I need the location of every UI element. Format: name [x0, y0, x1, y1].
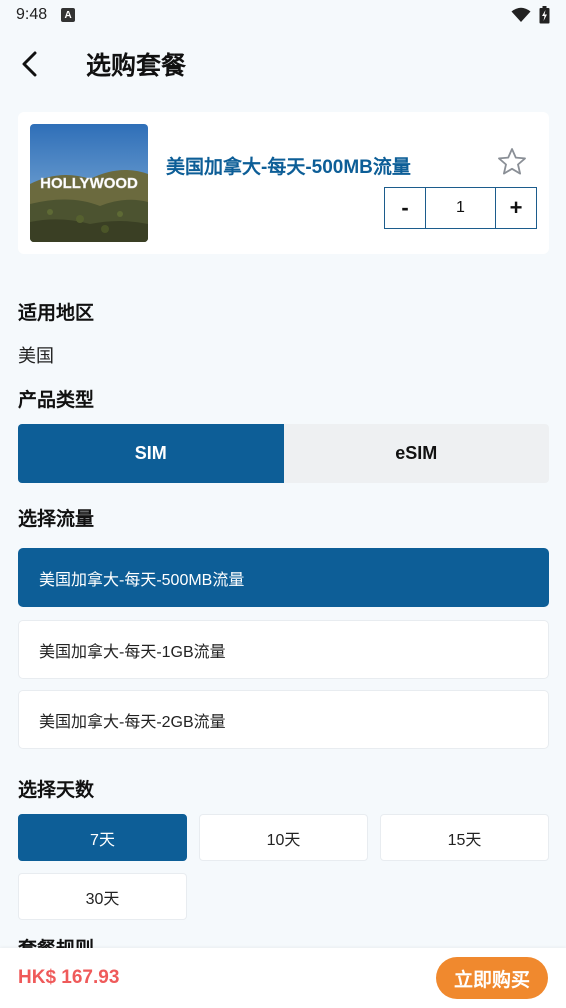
day-option-15[interactable]: 15天 [380, 814, 549, 861]
data-plan-option[interactable]: 美国加拿大-每天-1GB流量 [18, 620, 549, 679]
day-option-30[interactable]: 30天 [18, 873, 187, 920]
type-option-esim[interactable]: eSIM [283, 424, 549, 483]
page-title: 选购套餐 [86, 52, 187, 80]
type-option-sim[interactable]: SIM [18, 424, 284, 483]
product-image[interactable]: HOLLYWOOD [30, 124, 148, 242]
total-price: HK$ 167.93 [18, 967, 120, 988]
region-label: 适用地区 [18, 303, 95, 324]
chevron-left-icon [22, 51, 37, 77]
wifi-icon [511, 7, 531, 22]
data-plan-label: 选择流量 [18, 509, 95, 530]
status-time: 9:48 [16, 6, 48, 23]
product-type-selector: SIM eSIM [18, 424, 549, 483]
product-name: 美国加拿大-每天-500MB流量 [166, 157, 411, 178]
quantity-plus-button[interactable]: + [496, 188, 536, 228]
back-button[interactable] [2, 36, 58, 92]
svg-text:HOLLYWOOD: HOLLYWOOD [40, 175, 138, 192]
data-plan-option[interactable]: 美国加拿大-每天-500MB流量 [18, 548, 549, 607]
status-bar: 9:48 A [0, 0, 566, 30]
status-icons [511, 6, 550, 24]
bottom-bar: HK$ 167.93 立即购买 [0, 948, 566, 1008]
star-outline-icon [498, 148, 526, 175]
favorite-button[interactable] [496, 146, 528, 178]
a-icon: A [61, 8, 76, 22]
quantity-minus-button[interactable]: - [385, 188, 425, 228]
data-plan-option[interactable]: 美国加拿大-每天-2GB流量 [18, 690, 549, 749]
day-option-10[interactable]: 10天 [199, 814, 368, 861]
product-card: HOLLYWOOD 美国加拿大-每天-500MB流量 - 1 + [18, 112, 549, 254]
product-type-label: 产品类型 [18, 390, 95, 411]
battery-icon [539, 6, 550, 24]
day-option-7[interactable]: 7天 [18, 814, 187, 861]
days-label: 选择天数 [18, 780, 95, 801]
quantity-stepper: - 1 + [384, 187, 537, 229]
buy-now-button[interactable]: 立即购买 [436, 957, 548, 999]
rules-label: 套餐规则 [18, 936, 94, 948]
region-value: 美国 [18, 346, 54, 366]
quantity-value[interactable]: 1 [425, 188, 496, 228]
header: 选购套餐 [0, 34, 566, 94]
